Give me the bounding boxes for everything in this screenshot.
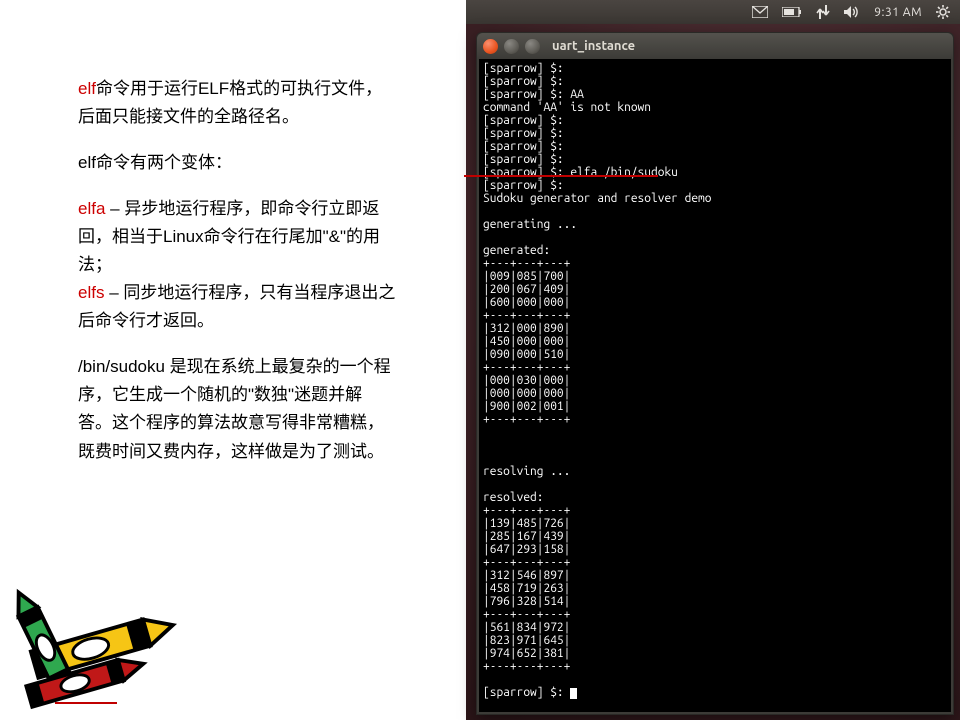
terminal-body[interactable]: [sparrow] $: [sparrow] $: [sparrow] $: A… <box>479 59 951 712</box>
window-close-button[interactable] <box>483 39 498 54</box>
terminal-output: [sparrow] $: [sparrow] $: [sparrow] $: A… <box>483 62 711 673</box>
system-menubar: 9:31 AM <box>466 0 960 24</box>
terminal-cursor <box>570 688 577 699</box>
para-2: elf命令有两个变体： <box>78 149 396 177</box>
kw-elfa: elfa <box>78 199 105 218</box>
annotation-underline <box>464 175 658 177</box>
window-maximize-button[interactable] <box>525 39 540 54</box>
doc-body: elf命令用于运行ELF格式的可执行文件，后面只能接文件的全路径名。 elf命令… <box>78 75 396 484</box>
mail-icon[interactable] <box>752 6 768 18</box>
sound-icon[interactable] <box>844 5 860 19</box>
para-1: elf命令用于运行ELF格式的可执行文件，后面只能接文件的全路径名。 <box>78 75 396 131</box>
gear-icon[interactable] <box>936 5 950 19</box>
terminal-window: uart_instance [sparrow] $: [sparrow] $: … <box>476 32 954 715</box>
clock-text[interactable]: 9:31 AM <box>874 6 922 19</box>
window-minimize-button[interactable] <box>504 39 519 54</box>
window-titlebar[interactable]: uart_instance <box>477 33 953 59</box>
kw-elf: elf <box>78 79 96 98</box>
crayons-illustration <box>4 576 196 712</box>
crayon-underline <box>55 702 117 704</box>
para-3: elfa – 异步地运行程序，即命令行立即返回，相当于Linux命令行在行尾加"… <box>78 195 396 279</box>
para-4: elfs – 同步地运行程序，只有当程序退出之后命令行才返回。 <box>78 279 396 335</box>
para-5: /bin/sudoku 是现在系统上最复杂的一个程序，它生成一个随机的"数独"迷… <box>78 353 396 465</box>
battery-icon[interactable] <box>782 7 802 17</box>
network-icon[interactable] <box>816 5 830 19</box>
kw-elfs: elfs <box>78 283 104 302</box>
terminal-prompt: [sparrow] $: <box>483 686 570 699</box>
window-title: uart_instance <box>552 39 635 53</box>
